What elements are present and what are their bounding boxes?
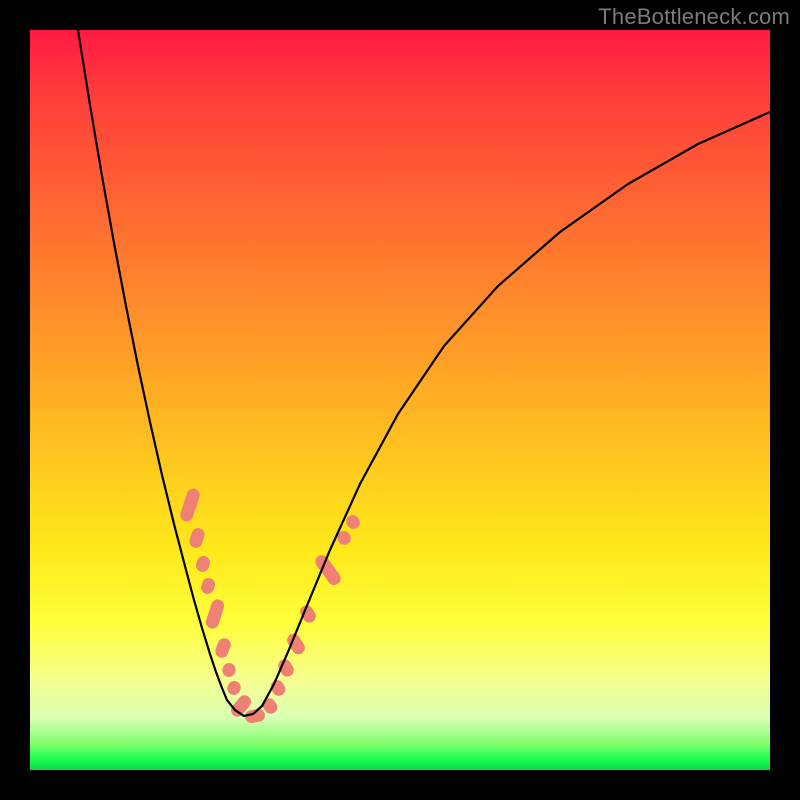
curve-marker [199, 576, 216, 595]
curve-marker [204, 598, 226, 631]
curve-layer [30, 30, 770, 770]
plot-area [30, 30, 770, 770]
curve-marker [225, 679, 243, 697]
watermark-text: TheBottleneck.com [598, 4, 790, 30]
chart-frame: TheBottleneck.com [0, 0, 800, 800]
curve-marker [188, 526, 207, 549]
bottleneck-curve [78, 30, 770, 716]
curve-marker [194, 554, 211, 573]
curve-marker [213, 636, 232, 659]
curve-marker [179, 487, 202, 523]
curve-marker [220, 661, 237, 679]
